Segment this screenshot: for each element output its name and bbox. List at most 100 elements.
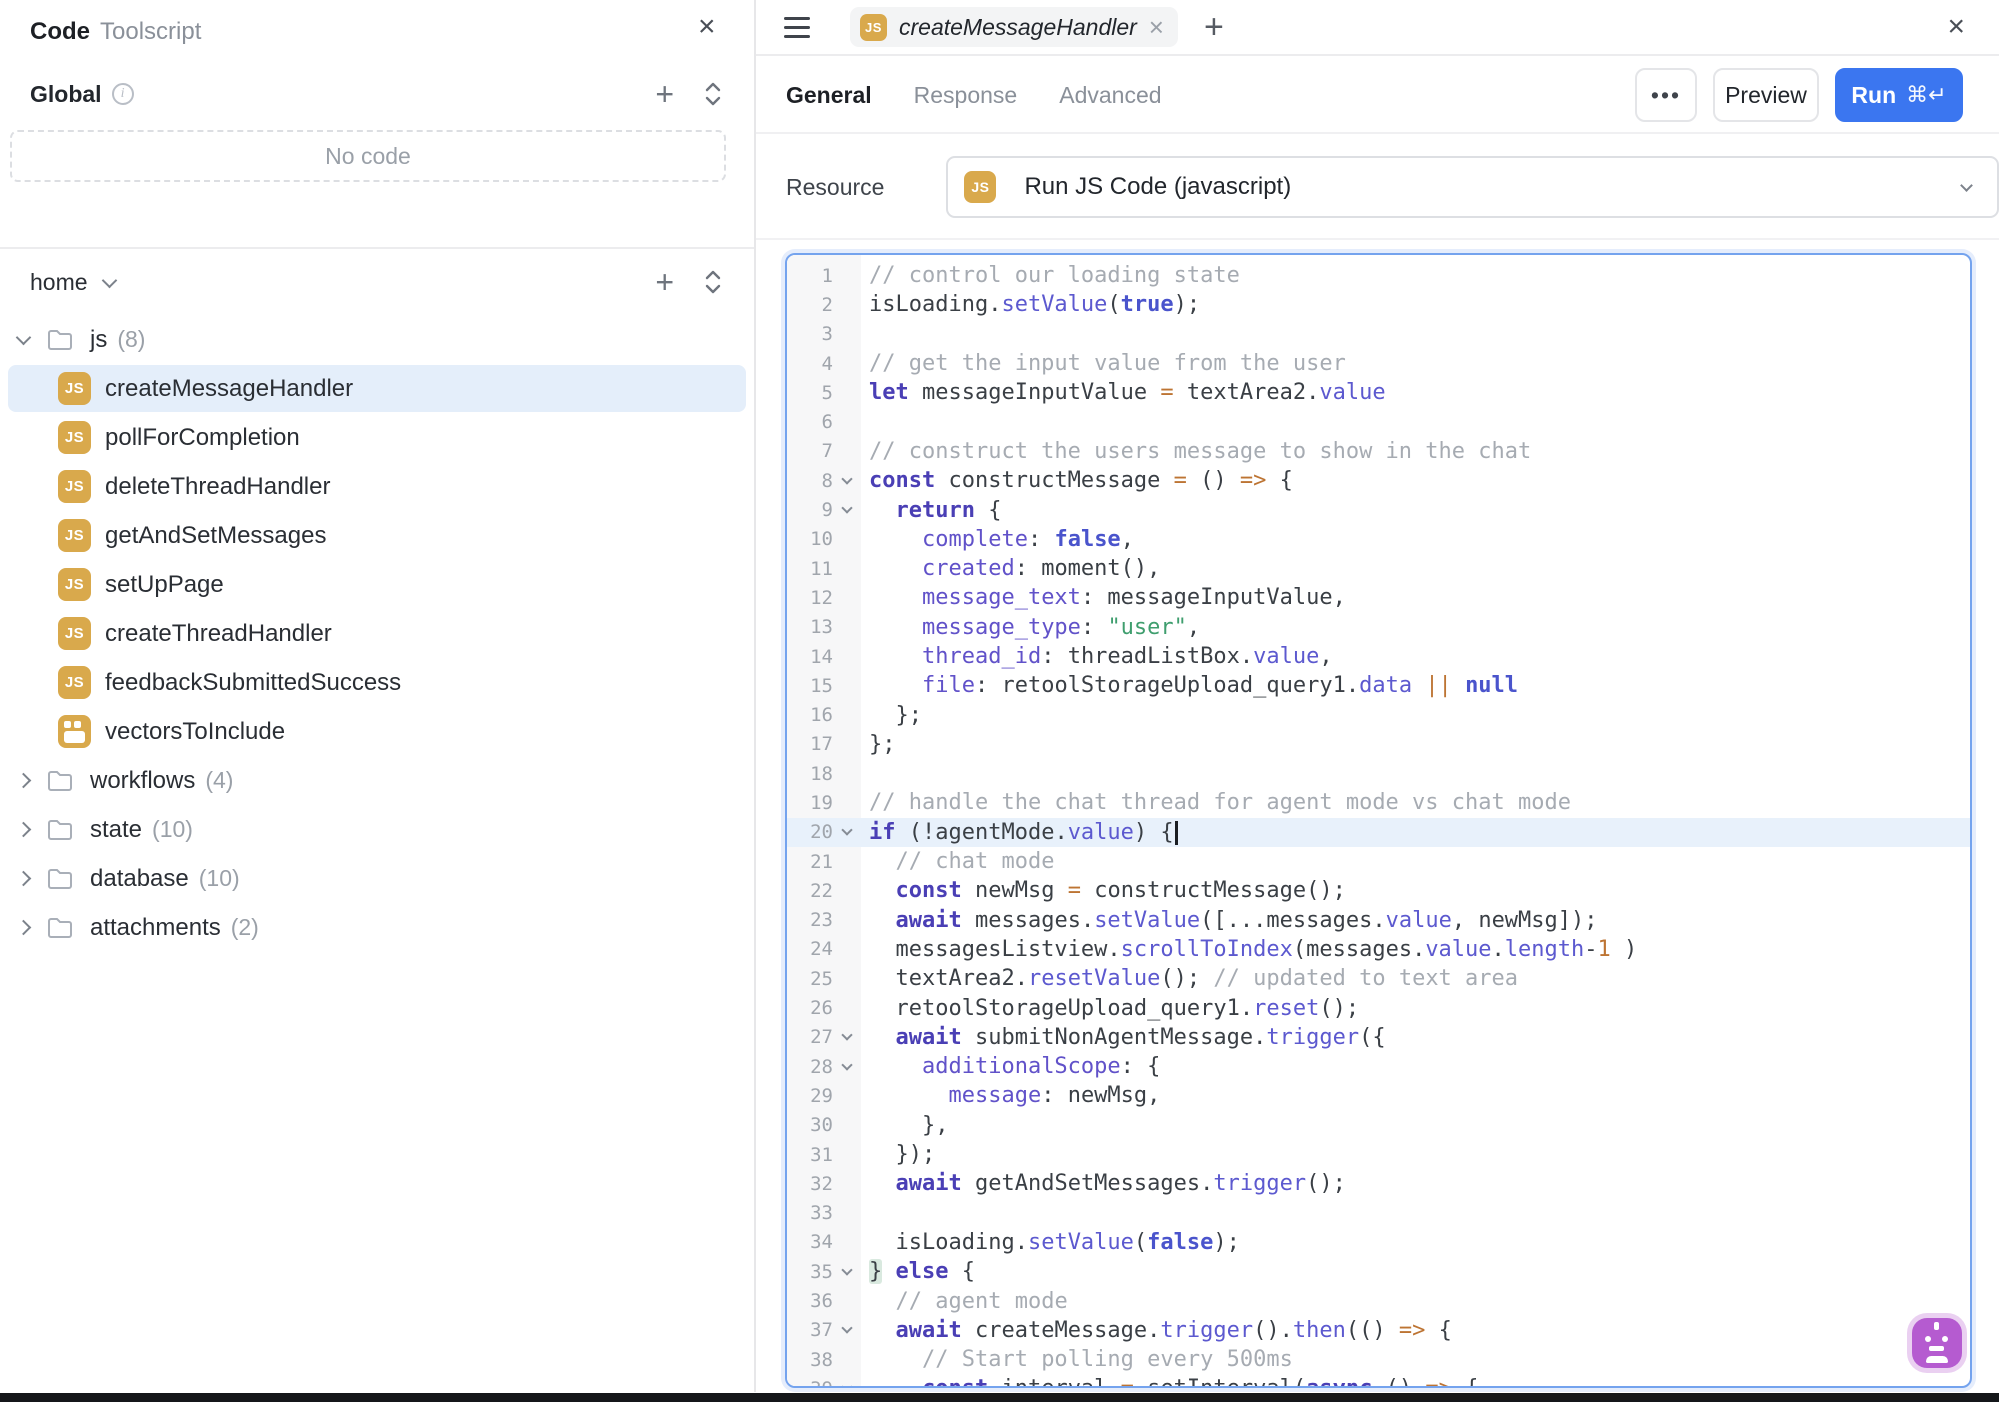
line-number: 20 bbox=[787, 821, 833, 843]
tab-advanced[interactable]: Advanced bbox=[1059, 82, 1161, 109]
line-number: 37 bbox=[787, 1319, 833, 1341]
close-panel-icon[interactable]: × bbox=[1947, 12, 1965, 42]
line-number: 17 bbox=[787, 733, 833, 755]
tree-item-getAndSetMessages[interactable]: JSgetAndSetMessages bbox=[0, 511, 754, 560]
close-icon[interactable]: × bbox=[698, 12, 716, 42]
code-line-21: 21 // chat mode bbox=[787, 847, 1970, 876]
code-line-15: 15 file: retoolStorageUpload_query1.data… bbox=[787, 671, 1970, 700]
tree-item-setUpPage[interactable]: JSsetUpPage bbox=[0, 560, 754, 609]
preview-button[interactable]: Preview bbox=[1713, 68, 1819, 122]
new-tab-button[interactable]: + bbox=[1204, 8, 1224, 47]
run-button[interactable]: Run ⌘↵ bbox=[1835, 68, 1963, 122]
line-number: 9 bbox=[787, 499, 833, 521]
scope-selector-row: home + bbox=[30, 262, 724, 302]
folder-icon bbox=[46, 769, 76, 793]
fold-icon[interactable] bbox=[841, 473, 852, 484]
resource-value: Run JS Code (javascript) bbox=[1024, 173, 1291, 201]
more-options-button[interactable]: ••• bbox=[1635, 68, 1697, 122]
line-number: 14 bbox=[787, 646, 833, 668]
tab-toolscript[interactable]: Toolscript bbox=[100, 18, 201, 46]
chevron-right-icon[interactable] bbox=[15, 773, 31, 789]
line-number: 30 bbox=[787, 1114, 833, 1136]
ai-assistant-button[interactable] bbox=[1912, 1318, 1962, 1368]
code-line-13: 13 message_type: "user", bbox=[787, 613, 1970, 642]
code-line-31: 31 }); bbox=[787, 1140, 1970, 1169]
run-label: Run bbox=[1851, 82, 1896, 109]
fold-icon[interactable] bbox=[841, 1381, 852, 1388]
tree-item-createThreadHandler[interactable]: JScreateThreadHandler bbox=[0, 609, 754, 658]
item-count: (10) bbox=[152, 816, 193, 843]
global-label: Global bbox=[30, 81, 102, 108]
resource-label: Resource bbox=[786, 174, 884, 201]
global-section-header: Global i + bbox=[30, 74, 724, 114]
line-number: 1 bbox=[787, 265, 833, 287]
chevron-right-icon[interactable] bbox=[15, 822, 31, 838]
code-line-20: 20if (!agentMode.value) { bbox=[787, 818, 1970, 847]
line-number: 18 bbox=[787, 763, 833, 785]
js-badge-icon: JS bbox=[58, 372, 91, 405]
line-number: 5 bbox=[787, 382, 833, 404]
line-number: 12 bbox=[787, 587, 833, 609]
tree-item-pollForCompletion[interactable]: JSpollForCompletion bbox=[0, 413, 754, 462]
code-line-7: 7// construct the users message to show … bbox=[787, 437, 1970, 466]
editor-tab-createMessageHandler[interactable]: JS createMessageHandler × bbox=[850, 7, 1178, 47]
no-code-text: No code bbox=[325, 143, 411, 170]
add-code-button[interactable]: + bbox=[655, 79, 674, 109]
code-line-25: 25 textArea2.resetValue(); // updated to… bbox=[787, 964, 1970, 993]
tab-code[interactable]: Code bbox=[30, 18, 90, 46]
tree-item-createMessageHandler[interactable]: JScreateMessageHandler bbox=[0, 364, 754, 413]
line-number: 24 bbox=[787, 938, 833, 960]
code-line-2: 2isLoading.setValue(true); bbox=[787, 290, 1970, 319]
code-line-10: 10 complete: false, bbox=[787, 525, 1970, 554]
code-line-9: 9 return { bbox=[787, 495, 1970, 524]
line-number: 3 bbox=[787, 323, 833, 345]
tab-general[interactable]: General bbox=[786, 82, 872, 109]
tree-item-vectorsToInclude[interactable]: vectorsToInclude bbox=[0, 707, 754, 756]
code-line-24: 24 messagesListview.scrollToIndex(messag… bbox=[787, 935, 1970, 964]
tree-item-deleteThreadHandler[interactable]: JSdeleteThreadHandler bbox=[0, 462, 754, 511]
item-count: (4) bbox=[205, 767, 233, 794]
tree-item-state[interactable]: state(10) bbox=[0, 805, 754, 854]
code-line-37: 37 await createMessage.trigger().then(()… bbox=[787, 1316, 1970, 1345]
code-line-23: 23 await messages.setValue([...messages.… bbox=[787, 906, 1970, 935]
chevron-down-icon bbox=[1960, 179, 1973, 192]
tab-close-icon[interactable]: × bbox=[1149, 14, 1164, 40]
line-number: 36 bbox=[787, 1290, 833, 1312]
js-badge-icon: JS bbox=[860, 14, 887, 41]
tab-response[interactable]: Response bbox=[914, 82, 1018, 109]
js-badge-icon: JS bbox=[964, 171, 996, 203]
tree-item-js[interactable]: js(8) bbox=[0, 315, 754, 364]
line-number: 35 bbox=[787, 1261, 833, 1283]
menu-icon[interactable] bbox=[784, 17, 810, 38]
fold-icon[interactable] bbox=[841, 502, 852, 513]
resource-select[interactable]: JS Run JS Code (javascript) bbox=[946, 156, 1999, 218]
code-line-8: 8const constructMessage = () => { bbox=[787, 466, 1970, 495]
sort-icon[interactable] bbox=[702, 80, 724, 108]
variable-icon bbox=[58, 715, 91, 748]
tree-item-database[interactable]: database(10) bbox=[0, 854, 754, 903]
code-editor[interactable]: 1// control our loading state2isLoading.… bbox=[785, 253, 1972, 1388]
fold-icon[interactable] bbox=[841, 1059, 852, 1070]
line-number: 32 bbox=[787, 1173, 833, 1195]
js-badge-icon: JS bbox=[58, 519, 91, 552]
tree-item-feedbackSubmittedSuccess[interactable]: JSfeedbackSubmittedSuccess bbox=[0, 658, 754, 707]
scope-dropdown[interactable]: home bbox=[30, 269, 88, 296]
fold-icon[interactable] bbox=[841, 1264, 852, 1275]
chevron-right-icon[interactable] bbox=[15, 920, 31, 936]
divider bbox=[756, 238, 1999, 240]
fold-icon[interactable] bbox=[841, 1323, 852, 1334]
code-line-35: 35} else { bbox=[787, 1257, 1970, 1286]
chevron-right-icon[interactable] bbox=[15, 871, 31, 887]
sort-icon[interactable] bbox=[702, 268, 724, 296]
chevron-down-icon[interactable] bbox=[15, 330, 31, 346]
line-number: 31 bbox=[787, 1144, 833, 1166]
fold-icon[interactable] bbox=[841, 1030, 852, 1041]
add-item-button[interactable]: + bbox=[655, 267, 674, 297]
code-line-5: 5let messageInputValue = textArea2.value bbox=[787, 378, 1970, 407]
tree-item-workflows[interactable]: workflows(4) bbox=[0, 756, 754, 805]
tree-item-attachments[interactable]: attachments(2) bbox=[0, 903, 754, 952]
item-count: (8) bbox=[117, 326, 145, 353]
code-line-29: 29 message: newMsg, bbox=[787, 1081, 1970, 1110]
line-number: 33 bbox=[787, 1202, 833, 1224]
code-line-19: 19// handle the chat thread for agent mo… bbox=[787, 788, 1970, 817]
